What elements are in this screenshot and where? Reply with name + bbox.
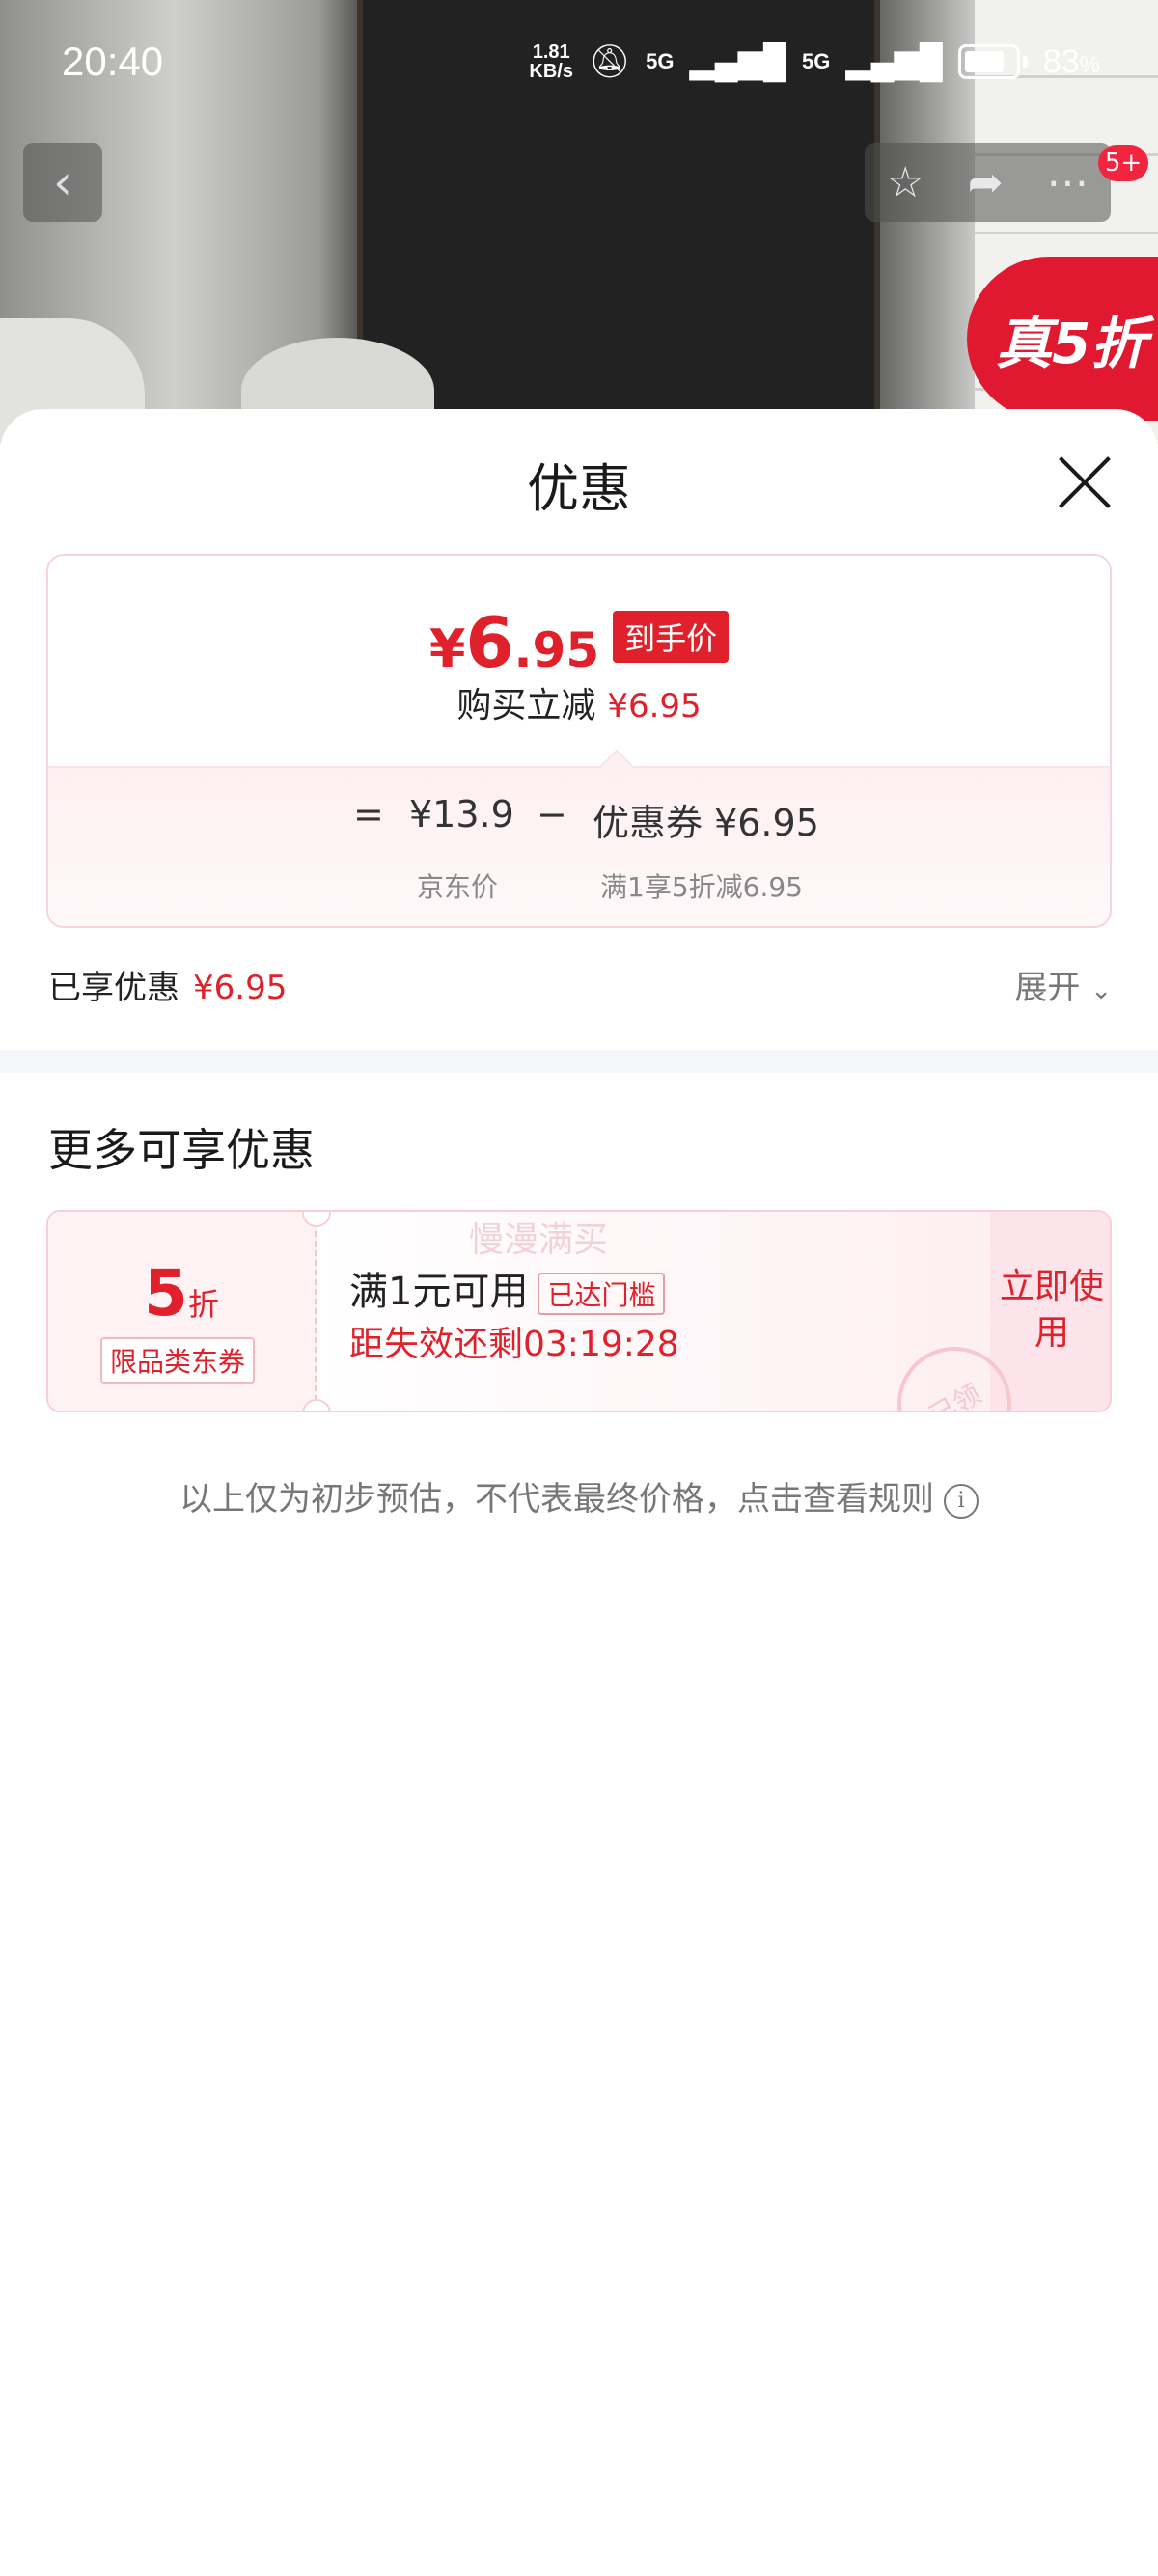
signal-5g-icon: 5G: [646, 49, 675, 73]
chevron-left-icon: ‹: [53, 154, 72, 210]
section-divider: [0, 1050, 1158, 1073]
message-badge: 5+: [1098, 145, 1148, 181]
final-price: ¥ 6 .95 到手价: [48, 602, 1110, 683]
net-speed: 1.81 KB/s: [529, 41, 573, 82]
status-time: 20:40: [62, 39, 164, 84]
info-icon[interactable]: i: [944, 1483, 979, 1519]
chevron-down-icon: ⌄: [1090, 976, 1112, 1005]
coupon-discount: 5折: [144, 1256, 219, 1330]
battery-level: 83%: [1042, 42, 1100, 80]
coupon-watermark: 慢漫满买: [469, 1220, 609, 1260]
use-now-button[interactable]: 立即使用: [990, 1264, 1110, 1357]
coupon-amount: 优惠券 ¥6.95: [593, 802, 819, 844]
jd-price-label: 京东价: [417, 871, 499, 903]
enjoyed-discount: 已享优惠 ¥6.95: [48, 969, 288, 1007]
sheet-title: 优惠: [527, 458, 631, 519]
mute-icon: 🔕︎: [588, 43, 631, 80]
expand-button[interactable]: 展开 ⌄: [1014, 961, 1112, 1008]
final-price-tag: 到手价: [613, 611, 730, 663]
status-bar: 20:40 1.81 KB/s 🔕︎ 5G ▂▄▆█ 5G ▂▄▆█ 83%: [0, 0, 1158, 125]
coupon-rule-label: 满1享5折减6.95: [600, 871, 803, 903]
coupon-countdown: 距失效还剩03:19:28: [349, 1325, 679, 1364]
top-actions: ☆ ➦ ⋯: [865, 143, 1111, 222]
back-button[interactable]: ‹: [23, 143, 102, 222]
signal-bars-icon-2: ▂▄▆█: [845, 43, 943, 80]
price-breakdown: = ¥13.9 − 优惠券 ¥6.95 京东价 满1享5折减6.95: [48, 766, 1110, 926]
threshold-tag: 已达门槛: [538, 1273, 666, 1315]
jd-price: ¥13.9: [409, 793, 514, 836]
share-icon[interactable]: ➦: [968, 158, 1004, 207]
signal-bars-icon: ▂▄▆█: [689, 43, 786, 80]
signal-5g-icon-2: 5G: [801, 49, 831, 73]
more-discounts-title: 更多可享优惠: [48, 1124, 315, 1176]
more-icon[interactable]: ⋯: [1047, 158, 1089, 207]
battery-icon: [957, 44, 1020, 79]
coupon-condition: 满1元可用 已达门槛: [349, 1260, 666, 1316]
promo-badge: 真5折: [967, 257, 1158, 421]
star-icon[interactable]: ☆: [886, 158, 924, 207]
close-icon[interactable]: [1056, 453, 1114, 511]
coupon-limit-tag: 限品类东券: [100, 1337, 256, 1384]
final-price-card: ¥ 6 .95 到手价 购买立减 ¥6.95 = ¥13.9 − 优惠券 ¥6.9…: [46, 554, 1112, 928]
discount-sheet: 优惠 ¥ 6 .95 到手价 购买立减 ¥6.95 = ¥13.9 − 优惠券 ¥…: [0, 409, 1158, 2576]
instant-discount: 购买立减 ¥6.95: [456, 686, 702, 726]
rules-footnote[interactable]: 以上仅为初步预估，不代表最终价格，点击查看规则 i: [0, 1472, 1158, 1520]
coupon-card[interactable]: 慢漫满买 5折 限品类东券 满1元可用 已达门槛 距失效还剩03:19:28 已领…: [46, 1210, 1112, 1412]
